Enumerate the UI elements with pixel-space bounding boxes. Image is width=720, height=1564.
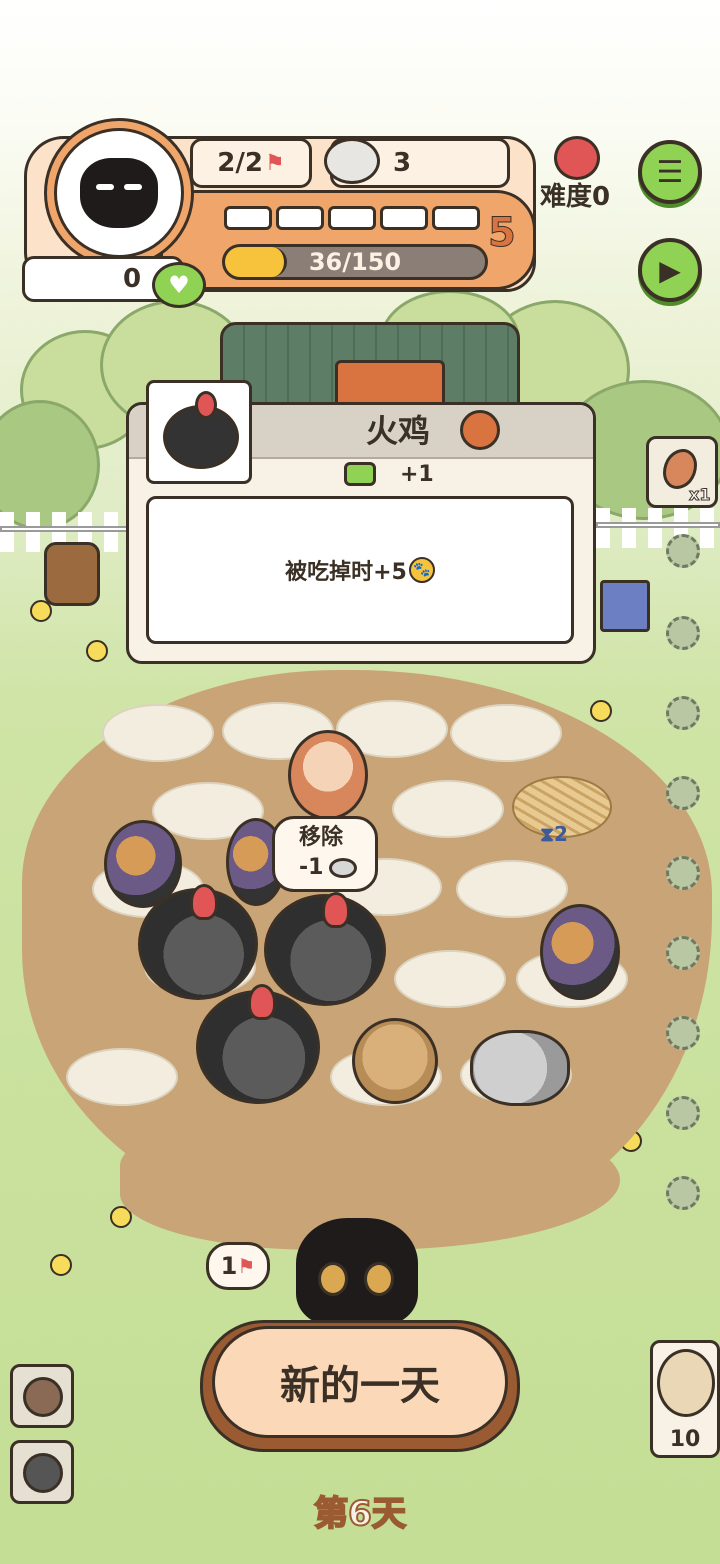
flower	[30, 600, 52, 622]
level-segment	[380, 206, 428, 230]
hen[interactable]	[352, 1018, 438, 1104]
cat-eye	[364, 1262, 394, 1296]
menu-button[interactable]: ☰	[638, 140, 702, 204]
day-counter: 第6天	[313, 1493, 407, 1535]
fence-rail	[596, 522, 720, 528]
feather-icon	[663, 449, 697, 489]
card-description: 被吃掉时+5 🐾	[146, 496, 574, 644]
rooster[interactable]	[540, 904, 620, 1000]
apple-crate	[600, 580, 650, 632]
nest-timer-value: 2	[554, 822, 568, 846]
food-bonus: +1	[400, 462, 434, 487]
level-segment	[276, 206, 324, 230]
locked-slot-icon	[666, 616, 700, 650]
new-day-label: 新的一天	[280, 1363, 440, 1409]
cat-eye	[318, 1262, 348, 1296]
flag-icon: ⚑	[264, 150, 285, 176]
food-can-icon	[324, 138, 380, 184]
black-cat-icon	[80, 158, 158, 228]
card-portrait	[146, 380, 252, 484]
locked-slot-icon	[666, 534, 700, 568]
level-segment	[432, 206, 480, 230]
owl-count: 10	[669, 1427, 701, 1452]
level-number: 5	[488, 210, 517, 257]
flower	[590, 700, 612, 722]
flags-bubble-value: 1	[220, 1252, 238, 1280]
play-button[interactable]: ▶	[638, 238, 702, 302]
difficulty-fire-icon	[554, 136, 600, 180]
owl-icon	[657, 1349, 715, 1417]
card-description-text: 被吃掉时+5	[285, 560, 407, 585]
food-value: 3	[393, 148, 412, 178]
turkey-head	[322, 892, 350, 928]
xp-text: 36/150	[308, 248, 402, 276]
hourglass-icon: ⧗	[540, 822, 555, 846]
paw-icon: 🐾	[408, 557, 435, 583]
flower	[50, 1254, 72, 1276]
egg-collection-button[interactable]	[10, 1364, 74, 1428]
board-slot[interactable]	[392, 780, 504, 838]
flags-value: 2/2	[217, 148, 263, 178]
fox[interactable]	[288, 730, 368, 820]
black-cat-mascot[interactable]	[296, 1218, 418, 1326]
card-title: 火鸡	[366, 412, 431, 450]
feather-item[interactable]: x1	[646, 436, 718, 508]
turkey-head	[190, 884, 218, 920]
flower	[86, 640, 108, 662]
play-icon: ▶	[659, 253, 681, 287]
board-slot[interactable]	[394, 950, 506, 1008]
barrel	[44, 542, 100, 606]
fence	[596, 508, 720, 548]
difficulty-label[interactable]: 难度0	[540, 176, 610, 213]
level-segment	[328, 206, 376, 230]
board-slot[interactable]	[450, 704, 562, 762]
food-bowl-icon	[344, 462, 376, 486]
level-segment	[224, 206, 272, 230]
egg-icon	[23, 1377, 63, 1417]
turkey-head	[195, 391, 217, 419]
locked-slot-icon	[666, 1096, 700, 1130]
locked-slot-icon	[666, 776, 700, 810]
heart-icon[interactable]: ♥	[152, 262, 206, 308]
xp-progress-bar: 36/150	[222, 244, 488, 280]
hearts-value: 0	[123, 264, 142, 294]
owl-counter[interactable]: 10	[650, 1340, 720, 1458]
locked-slot-icon	[666, 1016, 700, 1050]
board-slot[interactable]	[456, 860, 568, 918]
locked-slot-icon	[666, 856, 700, 890]
new-day-button[interactable]: 新的一天	[212, 1326, 508, 1438]
locked-slot-icon	[666, 936, 700, 970]
cat-eye	[96, 184, 114, 190]
board-slot[interactable]	[66, 1048, 178, 1106]
fence-rail	[0, 526, 130, 532]
cat-eye	[124, 184, 142, 190]
feather-count: x1	[688, 485, 711, 505]
flags-counter: 2/2 ⚑	[190, 138, 312, 188]
nest-timer: ⧗2	[540, 822, 568, 846]
flag-icon: ⚑	[237, 1254, 256, 1278]
turkey-head	[248, 984, 276, 1020]
remove-bubble[interactable]: 移除 -1	[272, 816, 378, 892]
egg-type-icon	[460, 410, 500, 450]
locked-slot-icon	[666, 1176, 700, 1210]
food-can-icon	[329, 858, 358, 878]
board-slot[interactable]	[102, 704, 214, 762]
remove-cost: -1	[299, 855, 324, 880]
menu-icon: ☰	[656, 154, 684, 190]
badger[interactable]	[470, 1030, 570, 1106]
flags-bubble: 1 ⚑	[206, 1242, 270, 1290]
locked-slot-icon	[666, 696, 700, 730]
remove-label: 移除	[299, 825, 344, 850]
